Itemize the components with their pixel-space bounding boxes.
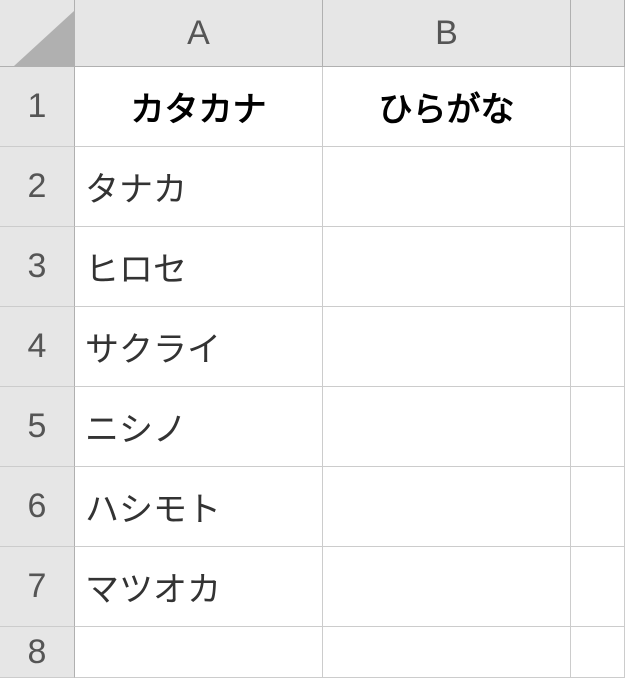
row-header-6[interactable]: 6 [0, 467, 75, 547]
cell-C5-partial[interactable] [571, 387, 625, 467]
select-all-corner[interactable] [0, 0, 75, 67]
cell-B7[interactable] [323, 547, 571, 627]
row-header-4[interactable]: 4 [0, 307, 75, 387]
cell-C7-partial[interactable] [571, 547, 625, 627]
spreadsheet-grid: A B 1 カタカナ ひらがな 2 タナカ 3 ヒロセ 4 サクライ 5 ニシノ… [0, 0, 625, 678]
row-header-1[interactable]: 1 [0, 67, 75, 147]
cell-B2[interactable] [323, 147, 571, 227]
cell-A3[interactable]: ヒロセ [75, 227, 323, 307]
cell-B1[interactable]: ひらがな [323, 67, 571, 147]
row-header-2[interactable]: 2 [0, 147, 75, 227]
row-header-7[interactable]: 7 [0, 547, 75, 627]
cell-C2-partial[interactable] [571, 147, 625, 227]
cell-B5[interactable] [323, 387, 571, 467]
column-header-A[interactable]: A [75, 0, 323, 67]
cell-A1[interactable]: カタカナ [75, 67, 323, 147]
column-header-partial[interactable] [571, 0, 625, 67]
cell-B8[interactable] [323, 627, 571, 678]
cell-A4[interactable]: サクライ [75, 307, 323, 387]
cell-C3-partial[interactable] [571, 227, 625, 307]
cell-C1-partial[interactable] [571, 67, 625, 147]
cell-A2[interactable]: タナカ [75, 147, 323, 227]
cell-C6-partial[interactable] [571, 467, 625, 547]
cell-B3[interactable] [323, 227, 571, 307]
cell-B6[interactable] [323, 467, 571, 547]
row-header-8[interactable]: 8 [0, 627, 75, 678]
cell-A8[interactable] [75, 627, 323, 678]
cell-A6[interactable]: ハシモト [75, 467, 323, 547]
row-header-3[interactable]: 3 [0, 227, 75, 307]
row-header-5[interactable]: 5 [0, 387, 75, 467]
cell-B4[interactable] [323, 307, 571, 387]
cell-A5[interactable]: ニシノ [75, 387, 323, 467]
cell-C4-partial[interactable] [571, 307, 625, 387]
cell-C8-partial[interactable] [571, 627, 625, 678]
column-header-B[interactable]: B [323, 0, 571, 67]
cell-A7[interactable]: マツオカ [75, 547, 323, 627]
